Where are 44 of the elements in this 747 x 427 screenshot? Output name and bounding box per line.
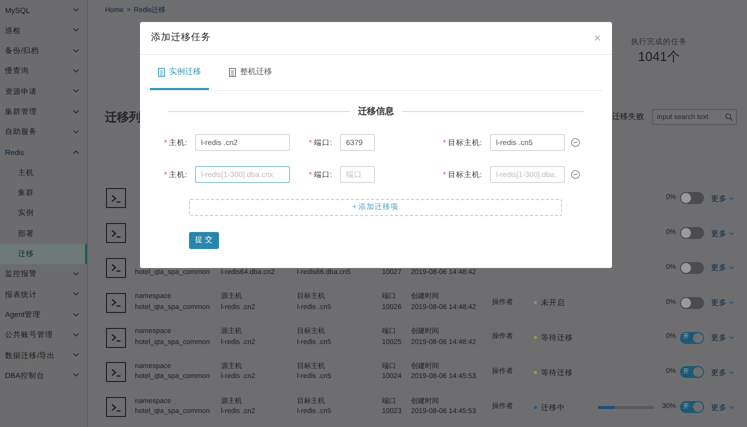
terminal-icon [106,328,126,348]
remove-icon[interactable] [571,170,580,179]
caret-icon [729,370,734,374]
terminal-icon [106,258,126,278]
chevron-icon [73,69,79,74]
chevron-icon [73,28,79,32]
dialog-title: 添加迁移任务 [151,30,211,45]
terminal-icon [106,397,126,418]
search-icon [725,113,733,121]
chevron-icon [73,89,79,94]
filter-label: 迁移失败 [612,111,644,123]
chevron-icon [73,312,79,317]
caret-icon [729,301,734,304]
chevron-icon [73,8,79,12]
terminal-icon [106,292,126,313]
tab[interactable]: 实例迁移 [150,66,209,90]
caret-icon [729,196,734,200]
chevron-icon [73,48,79,53]
chevron-icon [73,353,79,358]
chevron-icon [73,272,79,276]
toggle-switch[interactable] [680,192,704,204]
list-icon [229,68,236,76]
chevron-icon [73,150,79,154]
tab[interactable]: 整机迁移 [221,66,280,90]
caret-icon [729,266,734,270]
toggle-switch[interactable] [680,227,704,240]
chevron-icon [73,332,79,337]
terminal-icon [106,362,126,382]
list-icon [158,68,165,76]
terminal-icon [106,188,126,208]
chevron-icon [73,110,79,114]
chevron-icon [73,373,79,378]
stat-value: 1041个 [637,48,681,66]
chevron-icon [73,292,79,296]
toggle-switch[interactable] [680,296,704,309]
toggle-switch[interactable] [680,262,704,274]
section-title: 迁移信息 [358,105,394,118]
caret-icon [729,336,734,340]
close-button[interactable]: × [594,32,601,44]
chevron-icon [73,130,79,134]
caret-icon [729,406,734,409]
remove-icon[interactable] [571,138,580,147]
caret-icon [729,232,734,235]
terminal-icon [106,223,126,244]
